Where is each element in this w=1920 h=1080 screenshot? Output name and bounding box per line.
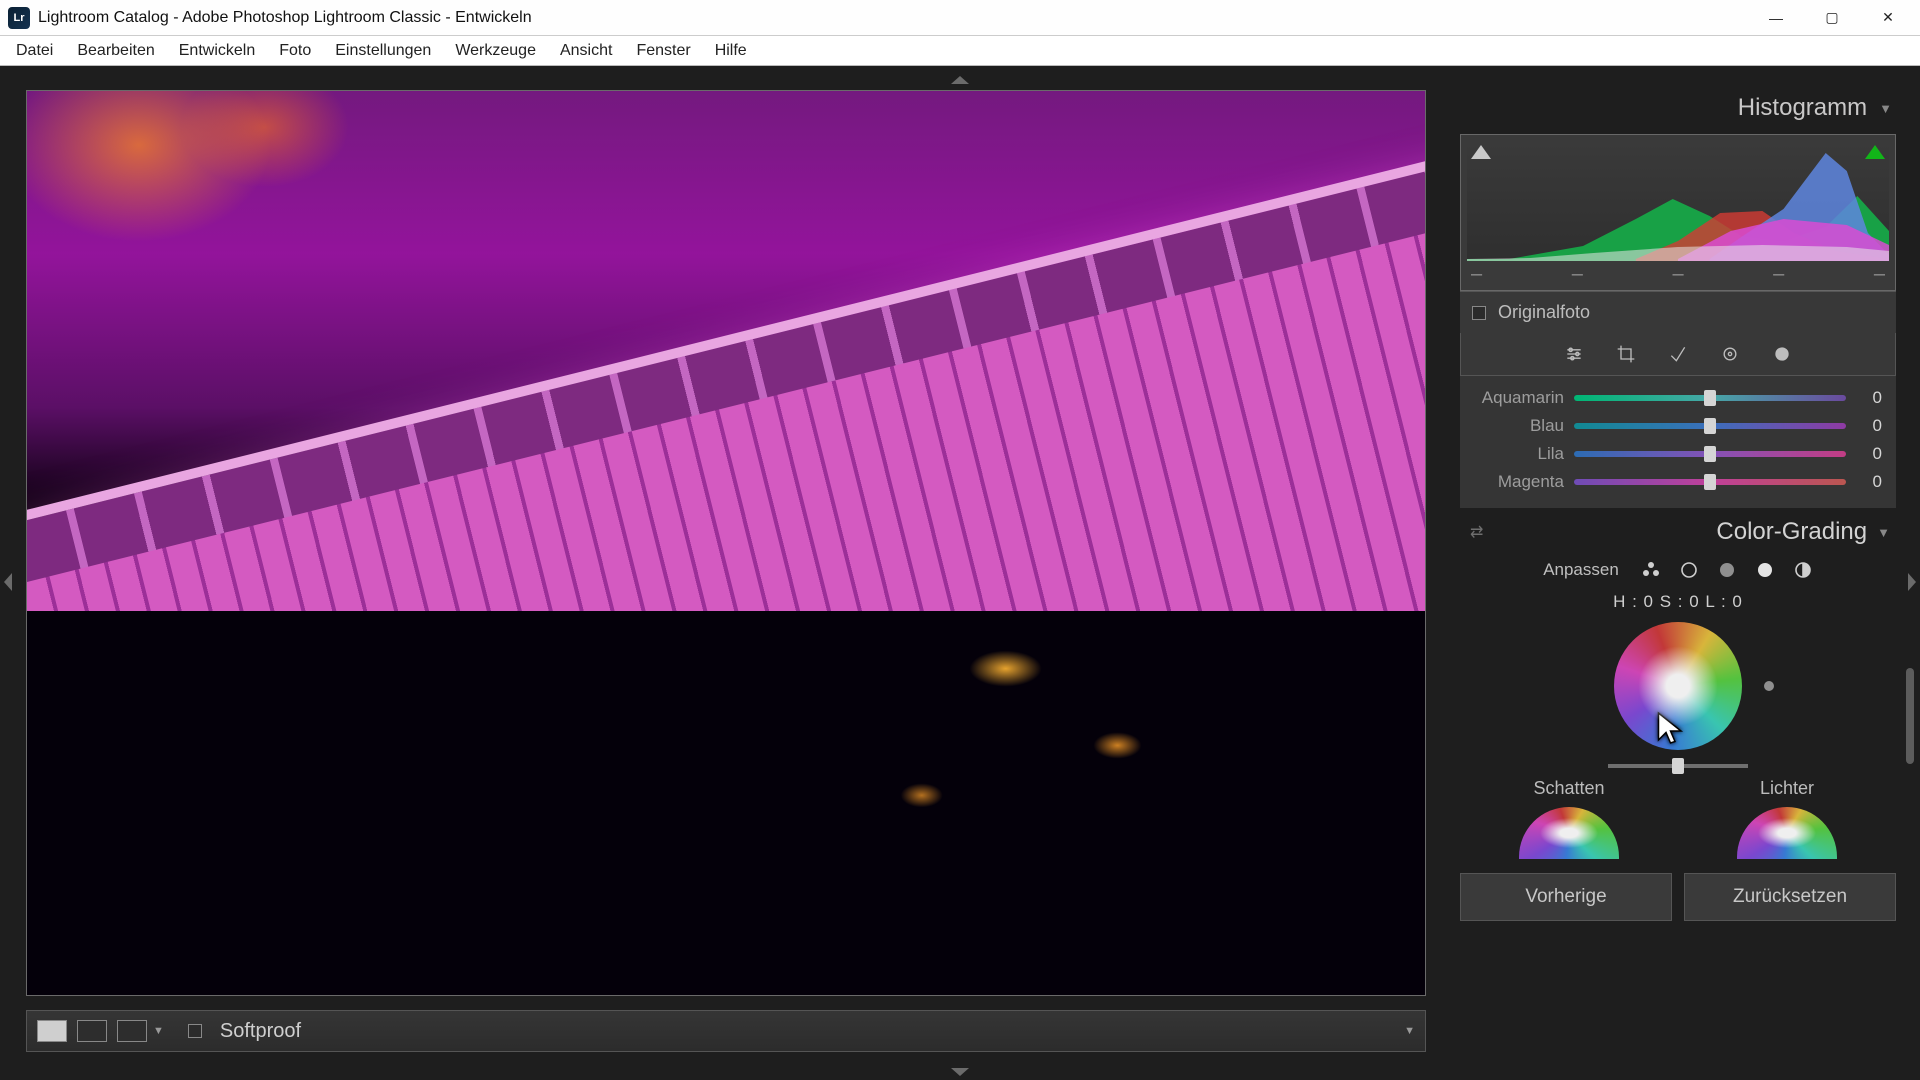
view-mode-before-after-tb-button[interactable]	[117, 1020, 147, 1042]
adjust-label: Anpassen	[1543, 560, 1619, 580]
slider-label: Blau	[1474, 416, 1564, 436]
midtones-luminance-slider[interactable]	[1608, 764, 1748, 768]
menu-help[interactable]: Hilfe	[705, 39, 757, 63]
histogram-title: Histogramm	[1738, 94, 1867, 122]
shadows-label: Schatten	[1533, 778, 1604, 798]
slider-track[interactable]	[1574, 423, 1846, 429]
cg-view-global-icon[interactable]	[1793, 560, 1813, 580]
crop-tool-icon[interactable]	[1615, 343, 1637, 365]
original-photo-row[interactable]: Originalfoto	[1460, 291, 1896, 333]
menu-settings[interactable]: Einstellungen	[325, 39, 441, 63]
histogram-collapse-icon[interactable]: ▼	[1879, 101, 1892, 116]
workspace: ▼ Softproof ▼ Histogramm ▼	[0, 66, 1920, 1080]
menu-bar: Datei Bearbeiten Entwickeln Foto Einstel…	[0, 36, 1920, 66]
window-minimize-button[interactable]: —	[1748, 0, 1804, 36]
canvas-toolbar: ▼ Softproof ▼	[26, 1010, 1426, 1052]
slider-thumb[interactable]	[1704, 446, 1716, 462]
color-grading-collapse-icon[interactable]: ▼	[1877, 525, 1890, 540]
window-close-button[interactable]: ✕	[1860, 0, 1916, 36]
slider-track[interactable]	[1574, 395, 1846, 401]
slider-track[interactable]	[1574, 479, 1846, 485]
color-grading-hsl-readout: H : 0 S : 0 L : 0	[1460, 588, 1896, 622]
histogram-zone-ticks: –––––	[1467, 261, 1889, 286]
menu-tools[interactable]: Werkzeuge	[445, 39, 546, 63]
reveal-right-panel-icon[interactable]	[1908, 573, 1916, 591]
color-wheel-luminance-dot[interactable]	[1764, 681, 1774, 691]
edit-sliders-tool-icon[interactable]	[1563, 343, 1585, 365]
reveal-top-panel-icon[interactable]	[951, 76, 969, 84]
slider-thumb[interactable]	[1704, 474, 1716, 490]
slider-blau[interactable]: Blau 0	[1474, 412, 1882, 440]
slider-magenta[interactable]: Magenta 0	[1474, 468, 1882, 496]
histogram-header[interactable]: Histogramm ▼	[1460, 88, 1896, 134]
histogram-box: –––––	[1460, 134, 1896, 291]
photo-canvas[interactable]	[26, 90, 1426, 996]
softproof-checkbox[interactable]	[188, 1024, 202, 1038]
slider-thumb[interactable]	[1672, 758, 1684, 774]
local-tools-row	[1460, 333, 1896, 376]
color-grading-highlights-wheel[interactable]	[1737, 807, 1837, 859]
window-titlebar: Lr Lightroom Catalog - Adobe Photoshop L…	[0, 0, 1920, 36]
original-photo-checkbox[interactable]	[1472, 306, 1486, 320]
window-title: Lightroom Catalog - Adobe Photoshop Ligh…	[38, 9, 532, 27]
slider-track[interactable]	[1574, 451, 1846, 457]
highlights-label: Lichter	[1760, 778, 1814, 798]
softproof-label: Softproof	[220, 1020, 301, 1043]
menu-photo[interactable]: Foto	[269, 39, 321, 63]
color-grading-shadows-wheel[interactable]	[1519, 807, 1619, 859]
original-photo-label: Originalfoto	[1498, 302, 1590, 323]
view-mode-before-after-lr-button[interactable]	[77, 1020, 107, 1042]
cg-view-highlights-icon[interactable]	[1755, 560, 1775, 580]
slider-label: Lila	[1474, 444, 1564, 464]
color-grading-mini-wheels: Schatten Lichter	[1460, 778, 1896, 859]
menu-file[interactable]: Datei	[6, 39, 63, 63]
app-icon: Lr	[8, 7, 30, 29]
photo-river-region	[27, 611, 1425, 995]
panel-scrollbar[interactable]	[1906, 668, 1914, 764]
slider-value[interactable]: 0	[1856, 388, 1882, 408]
menu-develop[interactable]: Entwickeln	[169, 39, 265, 63]
color-grading-title: Color-Grading	[1716, 518, 1867, 546]
slider-aquamarin[interactable]: Aquamarin 0	[1474, 384, 1882, 412]
color-wheel-knob[interactable]	[1670, 678, 1686, 694]
reset-button[interactable]: Zurücksetzen	[1684, 873, 1896, 921]
color-grading-header[interactable]: ⇄ Color-Grading ▼	[1460, 508, 1896, 556]
menu-view[interactable]: Ansicht	[550, 39, 622, 63]
slider-thumb[interactable]	[1704, 390, 1716, 406]
panel-switch-icon[interactable]: ⇄	[1470, 522, 1483, 542]
reveal-left-panel-icon[interactable]	[4, 573, 12, 591]
slider-lila[interactable]: Lila 0	[1474, 440, 1882, 468]
window-maximize-button[interactable]: ▢	[1804, 0, 1860, 36]
view-mode-dropdown-icon[interactable]: ▼	[153, 1025, 164, 1037]
slider-value[interactable]: 0	[1856, 444, 1882, 464]
cg-view-midtones-icon[interactable]	[1717, 560, 1737, 580]
histogram[interactable]	[1467, 141, 1889, 261]
menu-window[interactable]: Fenster	[626, 39, 700, 63]
reveal-filmstrip-icon[interactable]	[951, 1068, 969, 1076]
slider-thumb[interactable]	[1704, 418, 1716, 434]
slider-label: Aquamarin	[1474, 388, 1564, 408]
masking-tool-icon[interactable]	[1771, 343, 1793, 365]
view-mode-loupe-button[interactable]	[37, 1020, 67, 1042]
hsl-sliders: Aquamarin 0 Blau 0 Lila 0 Magenta 0	[1460, 376, 1896, 508]
menu-edit[interactable]: Bearbeiten	[67, 39, 164, 63]
redeye-tool-icon[interactable]	[1719, 343, 1741, 365]
cg-view-3way-icon[interactable]	[1641, 560, 1661, 580]
toolbar-more-dropdown-icon[interactable]: ▼	[1404, 1025, 1415, 1037]
healing-tool-icon[interactable]	[1667, 343, 1689, 365]
cg-view-shadows-icon[interactable]	[1679, 560, 1699, 580]
right-panel: Histogramm ▼ ––––– Ori	[1460, 88, 1896, 1066]
slider-label: Magenta	[1474, 472, 1564, 492]
previous-button[interactable]: Vorherige	[1460, 873, 1672, 921]
color-grading-adjust-row: Anpassen	[1460, 556, 1896, 588]
mouse-cursor-icon	[1654, 710, 1690, 750]
color-grading-midtones-wheel[interactable]	[1614, 622, 1742, 750]
slider-value[interactable]: 0	[1856, 472, 1882, 492]
slider-value[interactable]: 0	[1856, 416, 1882, 436]
